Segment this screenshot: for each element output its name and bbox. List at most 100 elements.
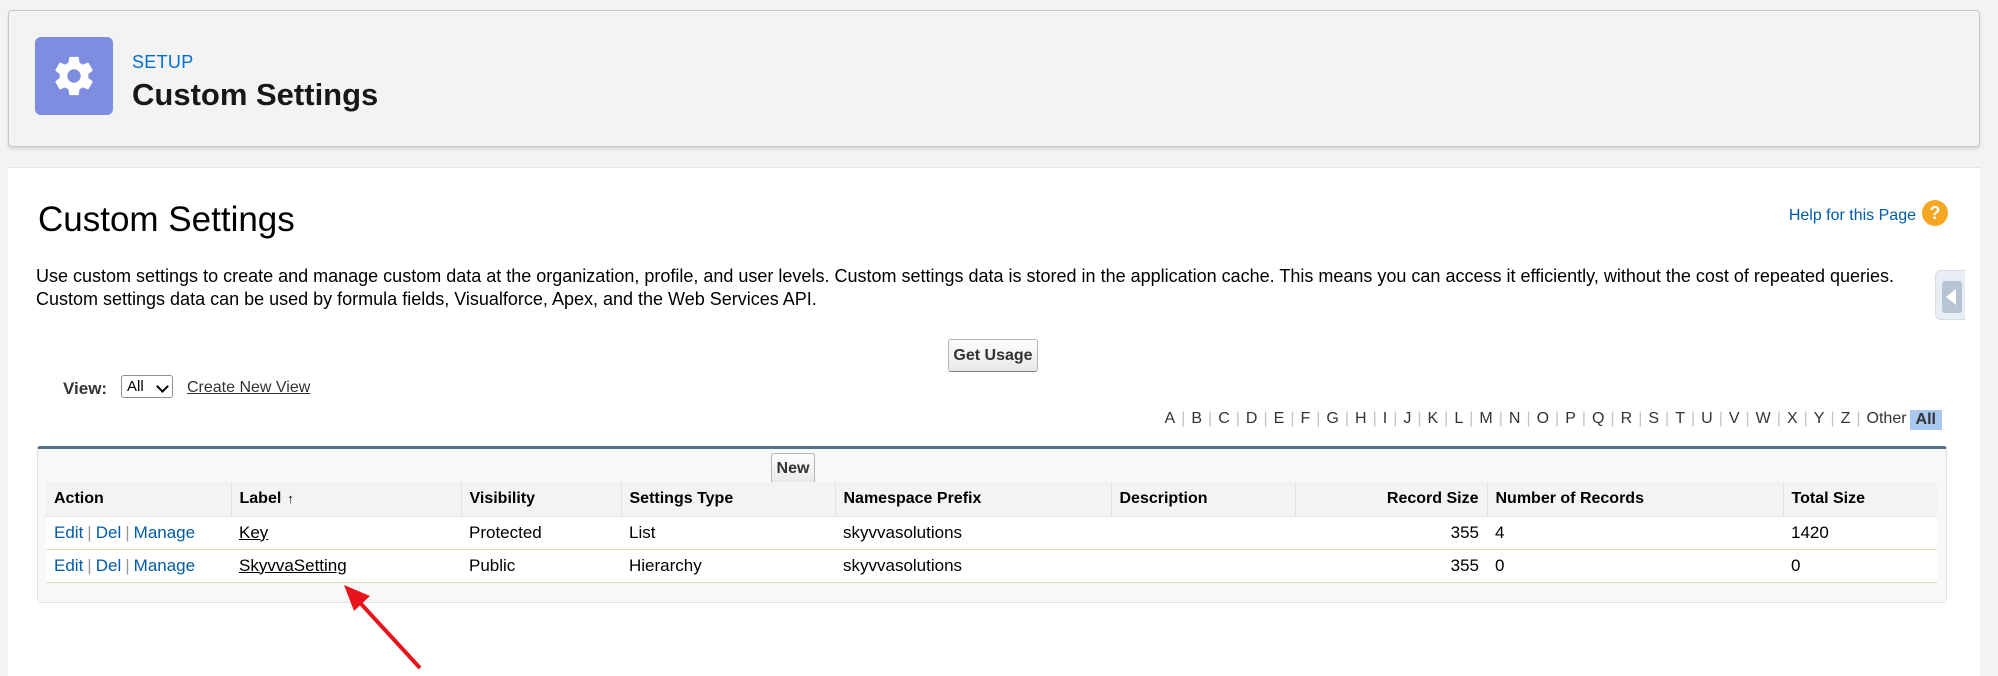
alphabet-separator: |	[1581, 410, 1587, 427]
column-header-number-of-records[interactable]: Number of Records	[1487, 482, 1784, 517]
alphabet-letter-r[interactable]: R	[1618, 410, 1636, 430]
view-select-value: All	[127, 378, 144, 395]
alphabet-letter-p[interactable]: P	[1562, 410, 1579, 430]
column-header-record-size[interactable]: Record Size	[1295, 482, 1488, 517]
column-header-label-text: Label	[239, 489, 282, 507]
alphabet-separator: |	[1830, 410, 1835, 427]
column-header-total-size[interactable]: Total Size	[1783, 482, 1937, 517]
gear-icon	[35, 37, 113, 115]
column-header-description[interactable]: Description	[1111, 482, 1296, 517]
alphabet-letter-b[interactable]: B	[1188, 410, 1205, 430]
alphabet-letter-y[interactable]: Y	[1811, 410, 1828, 430]
alphabet-separator: |	[1803, 410, 1808, 427]
alphabet-separator: |	[1393, 410, 1398, 427]
column-header-label[interactable]: Label ↑	[231, 482, 462, 517]
table-row: Edit | Del | Manage Key Protected List skyvvasol…	[46, 516, 1937, 550]
record-size-cell: 355	[1295, 516, 1487, 550]
alphabet-letter-t[interactable]: T	[1672, 410, 1688, 430]
alphabet-separator: |	[1498, 410, 1503, 427]
alphabet-letter-c[interactable]: C	[1215, 410, 1233, 430]
alphabet-letter-m[interactable]: M	[1476, 410, 1495, 430]
alphabet-separator: |	[1344, 410, 1350, 427]
del-link[interactable]: Del	[96, 556, 122, 575]
alphabet-separator: |	[1316, 410, 1321, 427]
alphabet-separator: |	[1290, 410, 1295, 427]
label-link[interactable]: SkyvvaSetting	[239, 556, 347, 575]
alphabet-letter-f[interactable]: F	[1297, 410, 1313, 430]
alphabet-separator: |	[1745, 410, 1750, 427]
alphabet-separator: |	[1208, 410, 1213, 427]
alphabet-letter-l[interactable]: L	[1451, 410, 1466, 430]
label-link[interactable]: Key	[239, 523, 268, 542]
edit-link[interactable]: Edit	[54, 523, 83, 542]
alphabet-letter-other[interactable]: Other	[1864, 410, 1910, 430]
namespace-cell: skyvvasolutions	[835, 516, 1111, 550]
manage-link[interactable]: Manage	[134, 523, 195, 542]
new-button[interactable]: New	[771, 453, 815, 485]
manage-link[interactable]: Manage	[134, 556, 195, 575]
number-of-records-cell: 4	[1487, 516, 1783, 550]
alphabet-separator: |	[1181, 410, 1186, 427]
column-header-namespace[interactable]: Namespace Prefix	[835, 482, 1112, 517]
alphabet-separator: |	[1444, 410, 1449, 427]
action-separator: |	[125, 555, 130, 575]
action-cell: Edit | Del | Manage	[46, 549, 231, 583]
alphabet-separator: |	[1372, 410, 1377, 427]
create-new-view-link[interactable]: Create New View	[187, 379, 310, 397]
chevron-down-icon	[156, 380, 169, 393]
visibility-cell: Protected	[461, 516, 621, 550]
alphabet-letter-w[interactable]: W	[1753, 410, 1774, 430]
alphabet-letter-all[interactable]: All	[1909, 410, 1942, 430]
alphabet-letter-i[interactable]: I	[1380, 410, 1390, 430]
help-icon[interactable]: ?	[1922, 200, 1948, 226]
action-separator: |	[87, 555, 92, 575]
column-header-visibility[interactable]: Visibility	[461, 482, 622, 517]
alphabet-separator: |	[1638, 410, 1643, 427]
view-select[interactable]: All	[121, 375, 173, 398]
del-link[interactable]: Del	[96, 523, 122, 542]
table-row: Edit | Del | Manage SkyvvaSetting Public Hierar…	[46, 549, 1937, 583]
alphabet-letter-e[interactable]: E	[1271, 410, 1288, 430]
alphabet-separator: |	[1417, 410, 1422, 427]
record-size-cell: 355	[1295, 549, 1487, 583]
table-header-row: Action Label ↑ Visibility Settings Type N…	[46, 482, 1937, 517]
settings-type-cell: List	[621, 516, 835, 550]
page-header: SETUP Custom Settings	[8, 10, 1980, 147]
alphabet-letter-n[interactable]: N	[1506, 410, 1524, 430]
alphabet-separator: |	[1665, 410, 1670, 427]
alphabet-letter-x[interactable]: X	[1784, 410, 1801, 430]
alphabet-separator: |	[1469, 410, 1474, 427]
alphabet-letter-z[interactable]: Z	[1838, 410, 1854, 430]
sort-ascending-icon: ↑	[287, 490, 294, 506]
header-eyebrow: SETUP	[132, 52, 194, 72]
custom-settings-table: Action Label ↑ Visibility Settings Type N…	[46, 482, 1937, 583]
label-cell: Key	[231, 516, 461, 550]
header-title: Custom Settings	[132, 77, 379, 112]
alphabet-separator: |	[1776, 410, 1781, 427]
alphabet-separator: |	[1526, 410, 1531, 427]
alphabet-filter: A | B | C | D | E | F | G | H | I | J | K | L | M | N | O | P | Q | R | S | T |…	[1162, 410, 1942, 430]
column-header-settings-type[interactable]: Settings Type	[621, 482, 836, 517]
alphabet-letter-k[interactable]: K	[1425, 410, 1442, 430]
alphabet-letter-o[interactable]: O	[1534, 410, 1552, 430]
label-cell: SkyvvaSetting	[231, 549, 461, 583]
alphabet-letter-v[interactable]: V	[1726, 410, 1743, 430]
alphabet-letter-g[interactable]: G	[1323, 410, 1341, 430]
alphabet-letter-s[interactable]: S	[1645, 410, 1662, 430]
alphabet-letter-q[interactable]: Q	[1589, 410, 1607, 430]
alphabet-letter-j[interactable]: J	[1400, 410, 1414, 430]
main-content: Custom Settings Help for this Page ? Use…	[8, 167, 1980, 676]
help-link[interactable]: Help for this Page	[1789, 207, 1916, 225]
alphabet-separator: |	[1610, 410, 1615, 427]
get-usage-button[interactable]: Get Usage	[948, 339, 1038, 372]
alphabet-letter-a[interactable]: A	[1162, 410, 1179, 430]
sidebar-toggle-tab[interactable]	[1935, 270, 1965, 320]
alphabet-separator: |	[1718, 410, 1723, 427]
alphabet-letter-h[interactable]: H	[1352, 410, 1370, 430]
alphabet-separator: |	[1856, 410, 1861, 427]
action-separator: |	[125, 522, 130, 542]
edit-link[interactable]: Edit	[54, 556, 83, 575]
alphabet-letter-u[interactable]: U	[1698, 410, 1716, 430]
alphabet-separator: |	[1263, 410, 1268, 427]
alphabet-letter-d[interactable]: D	[1243, 410, 1261, 430]
